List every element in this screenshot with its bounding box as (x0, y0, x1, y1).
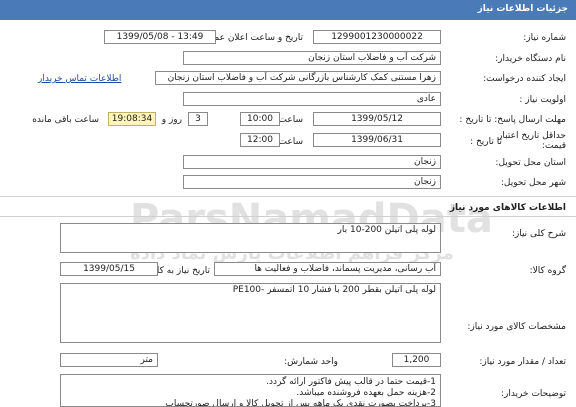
days-field: 3 (188, 112, 208, 126)
price-validity-label-2: قیمت: (541, 141, 566, 151)
remaining-timer: 19:08:34 (108, 112, 156, 126)
buyer-note-line: 1-قیمت حتما در قالب پیش فاکتور ارائه گرد… (266, 377, 436, 387)
need-number-field: 1299001230000022 (313, 30, 441, 44)
buyer-notes-label: توضیحات خریدار: (500, 389, 566, 399)
priority-field: عادی (183, 92, 441, 106)
days-label: روز و (161, 115, 182, 125)
validity-time-label: ساعت (278, 137, 304, 147)
province-label: استان محل تحویل: (495, 158, 566, 168)
page-header: جزئیات اطلاعات نیاز (0, 0, 576, 20)
goods-section-title: اطلاعات کالاهای مورد نیاز (449, 203, 566, 213)
send-time-label: ساعت (278, 115, 304, 125)
goods-group-field: آب رسانی، مدیریت پسماند، فاضلاب و فعالیت… (214, 262, 441, 276)
count-field: 1,200 (392, 353, 441, 367)
priority-label: اولویت نیاز : (519, 95, 566, 105)
buyer-notes-field: 1-قیمت حتما در قالب پیش فاکتور ارائه گرد… (60, 374, 441, 407)
page-title: جزئیات اطلاعات نیاز (477, 4, 568, 14)
general-desc-field: لوله پلی اتیلن 200-10 بار (60, 223, 441, 253)
divider (0, 196, 576, 197)
specs-field: لوله پلی اتیلن بقطر 200 با فشار 10 اتمسف… (60, 283, 441, 343)
goods-group-label: گروه کالا: (529, 266, 566, 276)
specs-label: مشخصات کالای مورد نیاز: (467, 322, 566, 332)
need-date-field: 1399/05/15 (60, 262, 158, 276)
count-label: تعداد / مقدار مورد نیاز: (479, 357, 566, 367)
price-validity-label: حداقل تاریخ اعتبار (498, 131, 566, 141)
need-number-label: شماره نیاز: (523, 33, 566, 43)
validity-time-field: 12:00 (240, 133, 280, 147)
unit-field: متر (60, 353, 158, 367)
city-field: زنجان (183, 175, 441, 189)
buyer-note-line: 3-پرداخت بصورت نقدی یک ماهه پس از تحویل … (165, 399, 436, 407)
send-deadline-label: مهلت ارسال پاسخ: تا تاریخ : (459, 115, 566, 125)
validity-date-field: 1399/06/31 (313, 133, 441, 147)
general-desc-label: شرح کلی نیاز: (511, 229, 566, 239)
buyer-note-line: 2-هزینه حمل بعهده فروشنده میباشد. (296, 388, 436, 398)
send-date-field: 1399/05/12 (313, 112, 441, 126)
province-field: زنجان (183, 155, 441, 169)
buyer-contact-link[interactable]: اطلاعات تماس خریدار (38, 74, 121, 84)
until-date-label: تا تاریخ : (470, 137, 502, 147)
unit-label: واحد شمارش: (284, 357, 338, 367)
city-label: شهر محل تحویل: (500, 178, 566, 188)
divider (0, 216, 576, 217)
send-time-field: 10:00 (240, 112, 280, 126)
creator-field: زهرا مستنی کمک کارشناس بازرگانی شرکت آب … (155, 71, 441, 85)
announce-field: 1399/05/08 - 13:49 (104, 30, 216, 44)
remaining-label: ساعت باقی مانده (32, 115, 99, 125)
buyer-org-label: نام دستگاه خریدار: (495, 54, 566, 64)
creator-label: ایجاد کننده درخواست: (483, 74, 566, 84)
buyer-org-field: شرکت آب و فاضلاب استان زنجان (183, 51, 441, 65)
